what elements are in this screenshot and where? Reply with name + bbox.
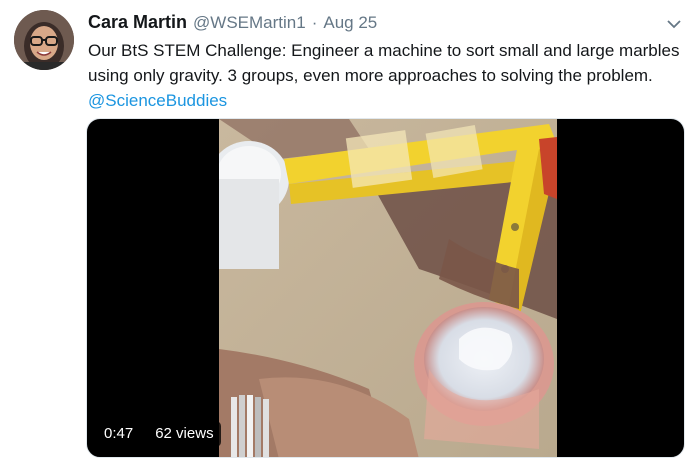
tweet-text: Our BtS STEM Challenge: Engineer a machi…: [88, 38, 686, 113]
video-overlay: 0:47 62 views: [97, 421, 221, 447]
tweet-text-line-2: using only gravity. 3 groups, even more …: [88, 66, 653, 85]
chevron-down-icon[interactable]: [664, 14, 684, 34]
video-views: 62 views: [148, 421, 221, 447]
avatar[interactable]: [14, 10, 74, 70]
separator-dot: ·: [311, 13, 318, 32]
tweet-date[interactable]: Aug 25: [323, 13, 377, 33]
tweet-card[interactable]: Cara Martin @WSEMartin1 · Aug 25 Our BtS…: [0, 0, 700, 468]
mention-link[interactable]: @ScienceBuddies: [88, 91, 227, 110]
tweet-text-line-1: Our BtS STEM Challenge: Engineer a machi…: [88, 41, 680, 60]
display-name[interactable]: Cara Martin: [88, 12, 187, 33]
video-frame: [219, 119, 557, 457]
tweet-header: Cara Martin @WSEMartin1 · Aug 25: [88, 12, 377, 36]
video-duration: 0:47: [97, 421, 141, 447]
video-player[interactable]: 0:47 62 views: [86, 118, 685, 458]
user-handle[interactable]: @WSEMartin1: [193, 13, 306, 33]
